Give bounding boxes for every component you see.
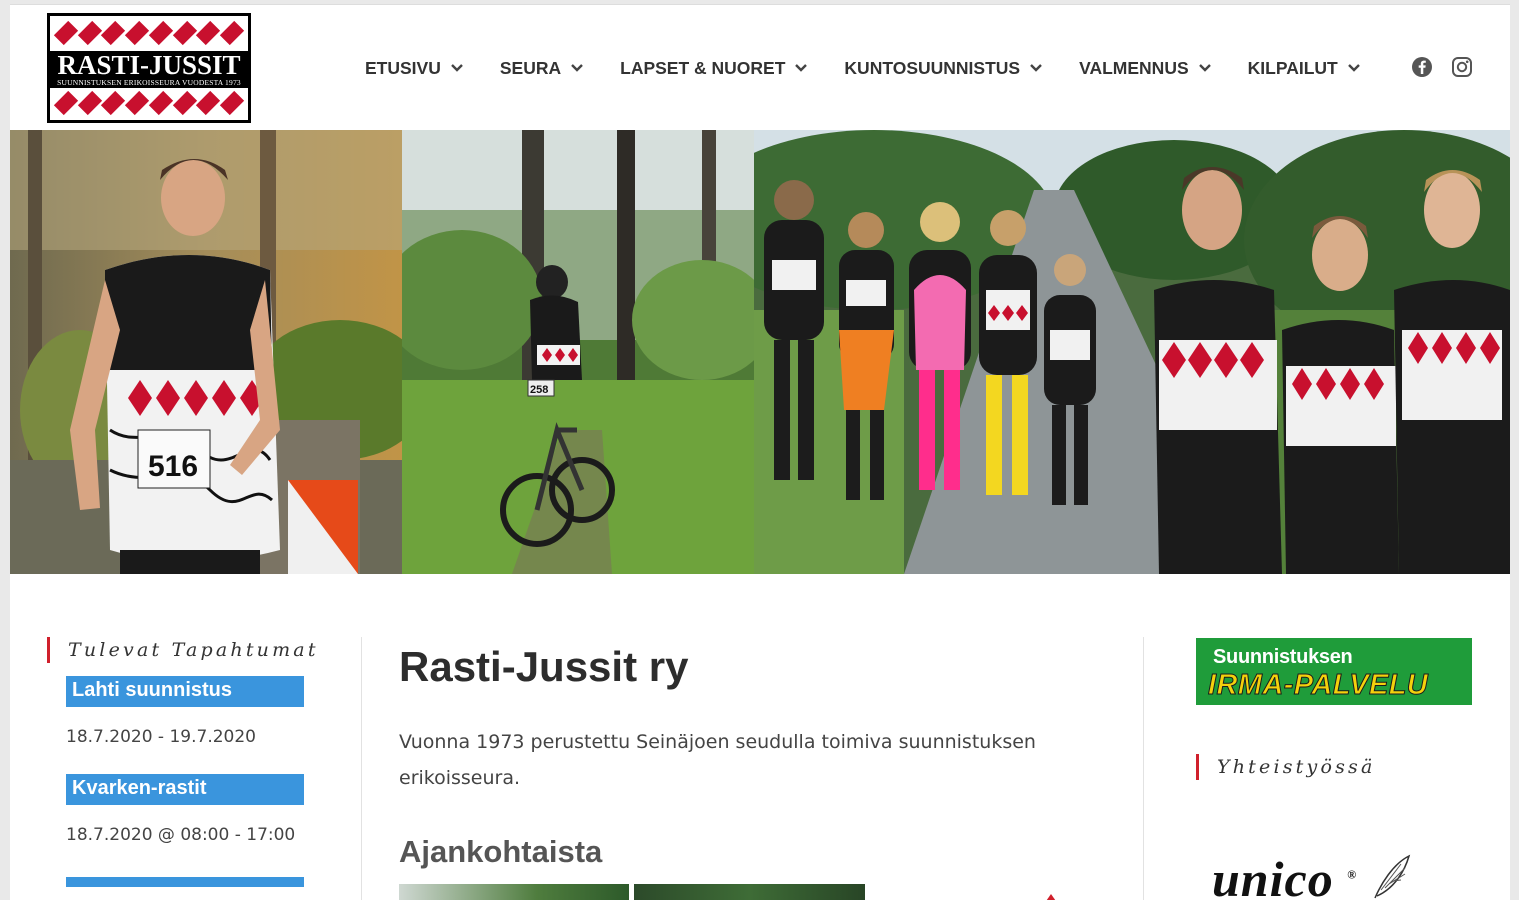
nav-label: VALMENNUS <box>1079 57 1189 78</box>
banner-photo-runner: 516 <box>10 130 402 574</box>
event-link[interactable]: Lahti suunnistus <box>66 676 304 707</box>
logo-name: RASTI-JUSSIT <box>57 50 241 80</box>
bib-number: 258 <box>530 384 548 396</box>
bib-number: 516 <box>148 450 198 483</box>
news-thumbnail[interactable] <box>399 884 629 900</box>
registered-icon: ® <box>1347 867 1358 882</box>
facebook-icon[interactable] <box>1411 56 1433 78</box>
event-item: Kvarken-rastit 18.7.2020 @ 08:00 - 17:00 <box>66 774 347 845</box>
chevron-down-icon <box>451 62 463 74</box>
ad-line-1: Suunnistuksen <box>1213 646 1353 668</box>
event-date: 18.7.2020 - 19.7.2020 <box>66 727 256 747</box>
page-title: Rasti-Jussit ry <box>399 643 689 690</box>
widget-title: Yhteistyössä <box>1196 754 1472 780</box>
chevron-down-icon <box>795 62 808 74</box>
nav-label: LAPSET & NUORET <box>620 57 786 78</box>
site-header: RASTI-JUSSIT SUUNNISTUKSEN ERIKOISSEURA … <box>10 5 1510 130</box>
news-thumbnail[interactable] <box>1044 894 1058 900</box>
nav-valmennus[interactable]: VALMENNUS <box>1079 58 1211 79</box>
chevron-down-icon <box>1347 62 1360 74</box>
unico-logo[interactable]: unico ® <box>1212 850 1411 900</box>
main-nav: ETUSIVU SEURA LAPSET & NUORET KUNTOSUUNN… <box>365 55 1397 81</box>
main-content: Rasti-Jussit ry Vuonna 1973 perustettu S… <box>399 642 1119 900</box>
column-divider <box>361 637 362 900</box>
news-heading: Ajankohtaista <box>399 834 603 869</box>
nav-label: KILPAILUT <box>1247 57 1338 78</box>
event-link[interactable]: Kvarken-rastit <box>66 774 304 805</box>
site-logo[interactable]: RASTI-JUSSIT SUUNNISTUKSEN ERIKOISSEURA … <box>47 13 251 123</box>
event-date: 18.7.2020 @ 08:00 - 17:00 <box>66 825 296 845</box>
nav-kuntosuunnistus[interactable]: KUNTOSUUNNISTUS <box>844 58 1042 79</box>
banner-photo-group <box>754 130 1510 574</box>
intro-text: Vuonna 1973 perustettu Seinäjoen seudull… <box>399 731 1036 789</box>
chevron-down-icon <box>1198 62 1211 74</box>
irma-palvelu-banner[interactable]: Suunnistuksen IRMA-PALVELU <box>1196 638 1472 705</box>
nav-label: SEURA <box>499 57 562 78</box>
feather-icon <box>1373 854 1410 899</box>
logo-tagline: SUUNNISTUKSEN ERIKOISSEURA VUODESTA 1973 <box>57 78 241 87</box>
news-thumbnail[interactable] <box>634 884 865 900</box>
nav-label: ETUSIVU <box>365 57 441 78</box>
column-divider <box>1143 637 1144 900</box>
event-link[interactable] <box>66 877 304 887</box>
partner-logo-text: unico <box>1212 851 1334 900</box>
ad-line-2: IRMA-PALVELU <box>1207 669 1429 702</box>
banner-photo-cyclist: 258 <box>402 130 754 574</box>
nav-seura[interactable]: SEURA <box>500 58 583 79</box>
widget-title: Tulevat Tapahtumat <box>47 637 347 663</box>
right-sidebar: Suunnistuksen IRMA-PALVELU Yhteistyössä … <box>1196 638 1472 900</box>
instagram-icon[interactable] <box>1451 56 1473 78</box>
event-item: Lahti suunnistus 18.7.2020 - 19.7.2020 <box>66 676 347 747</box>
logo-diamond-band <box>50 88 248 118</box>
chevron-down-icon <box>1030 62 1042 74</box>
news-thumbnails <box>399 884 1119 900</box>
chevron-down-icon <box>571 62 583 74</box>
nav-etusivu[interactable]: ETUSIVU <box>365 58 463 79</box>
nav-lapset-nuoret[interactable]: LAPSET & NUORET <box>620 57 808 79</box>
nav-label: KUNTOSUUNNISTUS <box>844 57 1021 78</box>
hero-banner: 516 258 <box>10 130 1510 574</box>
page: RASTI-JUSSIT SUUNNISTUKSEN ERIKOISSEURA … <box>10 4 1510 900</box>
logo-text-bar: RASTI-JUSSIT SUUNNISTUKSEN ERIKOISSEURA … <box>50 51 248 88</box>
nav-kilpailut[interactable]: KILPAILUT <box>1248 58 1360 79</box>
upcoming-events-widget: Tulevat Tapahtumat Lahti suunnistus 18.7… <box>47 637 347 887</box>
logo-diamond-band <box>50 18 248 48</box>
